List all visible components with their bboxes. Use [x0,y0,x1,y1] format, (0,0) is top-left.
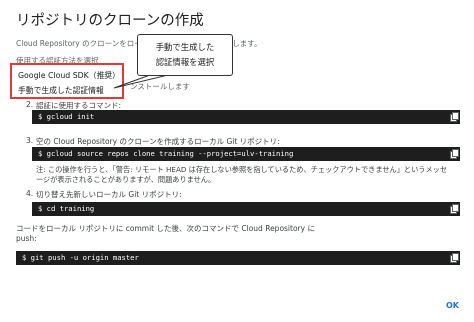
callout-line-1: 手動で生成した [155,42,215,52]
callout-pointer [113,74,169,89]
callout-box: 手動で生成した 認証情報を選択 [137,34,233,76]
clone-repository-dialog: リポジトリのクローンの作成 Cloud Repository のクローンをローカ… [0,0,474,322]
callout-line-2: 認証情報を選択 [155,57,215,67]
ok-button[interactable]: OK [446,301,459,310]
